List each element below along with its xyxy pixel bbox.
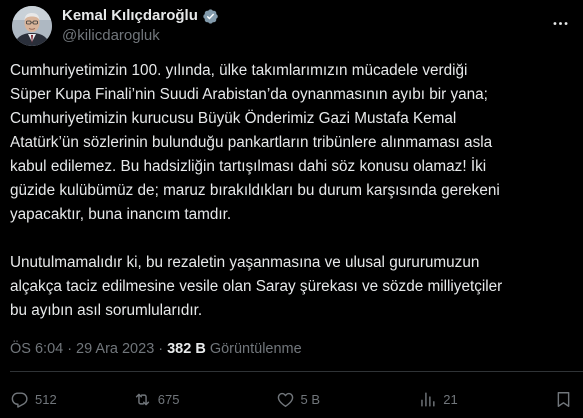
tweet-paragraph: Cumhuriyetimizin 100. yılında, ülke takı… bbox=[10, 62, 500, 223]
tweet-card: Kemal Kılıçdaroğlu @kilicdarogluk Cumhur… bbox=[0, 0, 583, 418]
tweet-paragraph: Unutulmamalıdır ki, bu rezaletin yaşanma… bbox=[10, 254, 503, 319]
author-handle[interactable]: @kilicdarogluk bbox=[62, 26, 219, 46]
like-button[interactable]: 5 B bbox=[276, 386, 411, 412]
reply-icon bbox=[11, 391, 28, 408]
views-bar-chart-icon bbox=[421, 391, 435, 407]
tweet-text: Cumhuriyetimizin 100. yılında, ülke takı… bbox=[10, 59, 572, 323]
views-action-count: 21 bbox=[443, 391, 458, 407]
retweet-count: 675 bbox=[157, 391, 180, 407]
author-names: Kemal Kılıçdaroğlu @kilicdarogluk bbox=[62, 6, 219, 46]
tweet-meta: ÖS 6:04 · 29 Ara 2023 · 382 B Görüntülen… bbox=[10, 339, 302, 359]
heart-icon bbox=[277, 392, 293, 407]
verified-badge-icon[interactable] bbox=[202, 8, 219, 25]
retweet-icon bbox=[135, 393, 149, 405]
views-button[interactable]: 21 bbox=[418, 386, 543, 412]
meta-separator: · bbox=[67, 341, 73, 357]
like-count: 5 B bbox=[300, 391, 321, 407]
meta-separator: · bbox=[158, 341, 164, 357]
divider bbox=[10, 371, 583, 372]
more-options-button[interactable] bbox=[547, 10, 573, 36]
views-count: 382 B bbox=[167, 341, 206, 357]
author-display-name[interactable]: Kemal Kılıçdaroğlu bbox=[62, 6, 198, 26]
reply-button[interactable]: 512 bbox=[10, 386, 125, 412]
tweet-date[interactable]: 29 Ara 2023 bbox=[76, 341, 154, 357]
views-label: Görüntülenme bbox=[209, 341, 302, 357]
more-options-icon bbox=[553, 21, 567, 25]
author-avatar[interactable] bbox=[12, 6, 52, 46]
bookmark-button[interactable] bbox=[551, 386, 573, 412]
retweet-button[interactable]: 675 bbox=[133, 386, 268, 412]
avatar-photo-icon bbox=[12, 6, 52, 46]
reply-count: 512 bbox=[35, 391, 57, 407]
tweet-header: Kemal Kılıçdaroğlu @kilicdarogluk bbox=[12, 2, 219, 50]
action-bar: 512 675 5 B 21 bbox=[10, 386, 573, 412]
tweet-time[interactable]: ÖS 6:04 bbox=[10, 341, 63, 357]
bookmark-icon bbox=[557, 391, 570, 407]
